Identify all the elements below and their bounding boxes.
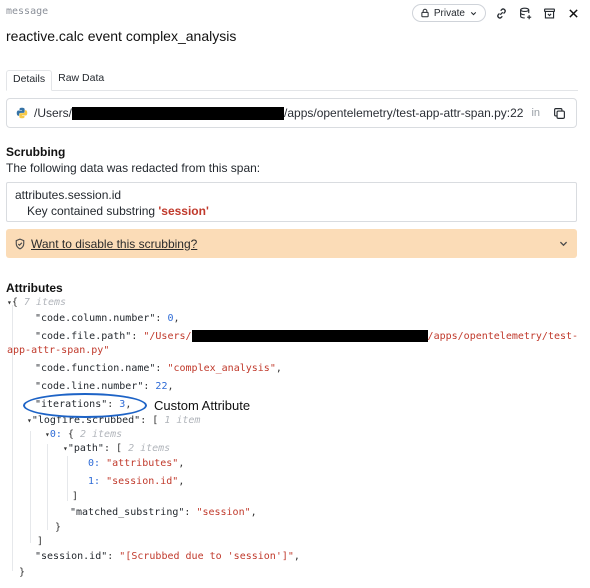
scrubbing-description: The following data was redacted from thi… <box>6 161 261 175</box>
attr-value: "session" <box>196 507 251 518</box>
tab-bar: Details Raw Data <box>6 70 578 91</box>
scrubbed-item-0-toggle[interactable]: ▾0: { 2 items <box>45 428 122 441</box>
attr-key: "session.id" <box>35 551 108 562</box>
reason-text: Key contained substring <box>27 204 159 218</box>
attr-value: "attributes" <box>106 458 179 469</box>
attr-key: "code.column.number" <box>35 313 156 324</box>
attr-code-line-number: "code.line.number": 22, <box>35 381 174 392</box>
span-title: reactive.calc event complex_analysis <box>6 28 237 44</box>
chevron-down-icon[interactable] <box>558 238 569 249</box>
archive-icon[interactable] <box>540 4 558 22</box>
file-path-suffix: /apps/opentelemetry/test-app-attr-span.p… <box>284 106 524 120</box>
tree-guide <box>47 444 48 530</box>
database-add-icon[interactable] <box>516 4 534 22</box>
attr-value: 0 <box>167 313 174 324</box>
root-close: } <box>19 567 26 578</box>
annotation-label: Custom Attribute <box>154 398 251 413</box>
root-item-count: 7 items <box>23 297 67 308</box>
attr-code-file-path-wrap: app-attr-span.py" <box>7 344 109 357</box>
redacted-username <box>191 330 428 342</box>
python-icon <box>16 107 28 119</box>
attr-value: "complex_analysis" <box>167 363 276 374</box>
array-index: 1: <box>88 476 101 487</box>
attr-code-function-name: "code.function.name": "complex_analysis"… <box>35 363 282 374</box>
in-label: in <box>531 107 541 119</box>
attr-key: "matched_substring" <box>70 507 185 518</box>
item-count: 2 items <box>79 429 123 440</box>
scrubbed-close: ] <box>37 536 44 547</box>
tree-guide <box>30 431 31 543</box>
disable-scrubbing-link[interactable]: Want to disable this scrubbing? <box>31 237 197 251</box>
scrubbing-heading: Scrubbing <box>6 145 66 159</box>
redaction-entry: attributes.session.id Key contained subs… <box>6 182 577 222</box>
attr-key: "code.line.number" <box>35 381 144 392</box>
chevron-down-icon <box>470 11 477 15</box>
toolbar: Private <box>411 4 582 22</box>
link-icon[interactable] <box>492 4 510 22</box>
object-open: { <box>67 429 74 440</box>
path-toggle[interactable]: ▾"path": [ 2 items <box>63 442 170 455</box>
attr-value-wrap: app-attr-span.py" <box>7 345 110 356</box>
array-index: 0: <box>88 458 101 469</box>
source-location-bar[interactable]: /Users/ /apps/opentelemetry/test-app-att… <box>6 98 577 128</box>
visibility-dropdown[interactable]: Private <box>411 4 486 22</box>
attr-value: "session.id" <box>106 476 179 487</box>
path-close: ] <box>72 491 79 502</box>
visibility-label: Private <box>433 7 465 19</box>
redaction-reason: Key contained substring 'session' <box>27 204 209 218</box>
attr-key: "code.file.path" <box>35 331 132 342</box>
array-open: [ <box>152 415 159 426</box>
item-count: 2 items <box>128 443 171 454</box>
item-0-close: } <box>55 522 62 533</box>
attr-code-column-number: "code.column.number": 0, <box>35 313 180 324</box>
attr-key: "path" <box>67 443 104 454</box>
attr-session-id: "session.id": "[Scrubbed due to 'session… <box>35 551 300 562</box>
tab-details[interactable]: Details <box>6 70 53 91</box>
tree-guide <box>67 456 68 501</box>
copy-icon[interactable] <box>553 107 566 120</box>
close-icon[interactable] <box>564 4 582 22</box>
redacted-username <box>72 106 285 120</box>
attr-key: "code.function.name" <box>35 363 156 374</box>
attr-value-continued: /apps/opentelemetry/test- <box>427 331 579 342</box>
path-item-1: 1: "session.id", <box>88 476 185 487</box>
shield-check-icon <box>15 238 25 250</box>
disable-scrubbing-banner[interactable]: Want to disable this scrubbing? <box>6 229 577 258</box>
attr-matched-substring: "matched_substring": "session", <box>70 507 257 518</box>
attr-value: 22 <box>155 381 168 392</box>
attr-value: "/Users/ <box>143 331 192 342</box>
path-item-0: 0: "attributes", <box>88 458 185 469</box>
reason-substring: 'session' <box>158 204 209 218</box>
lock-icon <box>421 8 429 18</box>
annotation-ellipse <box>23 393 147 418</box>
attributes-heading: Attributes <box>6 281 63 295</box>
root-toggle[interactable]: ▾{ 7 items <box>7 296 66 309</box>
panel-type-label: message <box>6 6 49 17</box>
attr-value: "[Scrubbed due to 'session']" <box>119 551 294 562</box>
root-open-brace: { <box>11 297 18 308</box>
file-path-prefix: /Users/ <box>34 106 73 120</box>
array-open: [ <box>116 443 123 454</box>
tab-raw-data[interactable]: Raw Data <box>52 70 110 91</box>
redacted-key: attributes.session.id <box>15 188 122 202</box>
array-index: 0: <box>49 429 62 440</box>
item-count: 1 item <box>164 415 201 426</box>
attr-code-file-path: "code.file.path": "/Users//apps/opentele… <box>35 330 579 342</box>
